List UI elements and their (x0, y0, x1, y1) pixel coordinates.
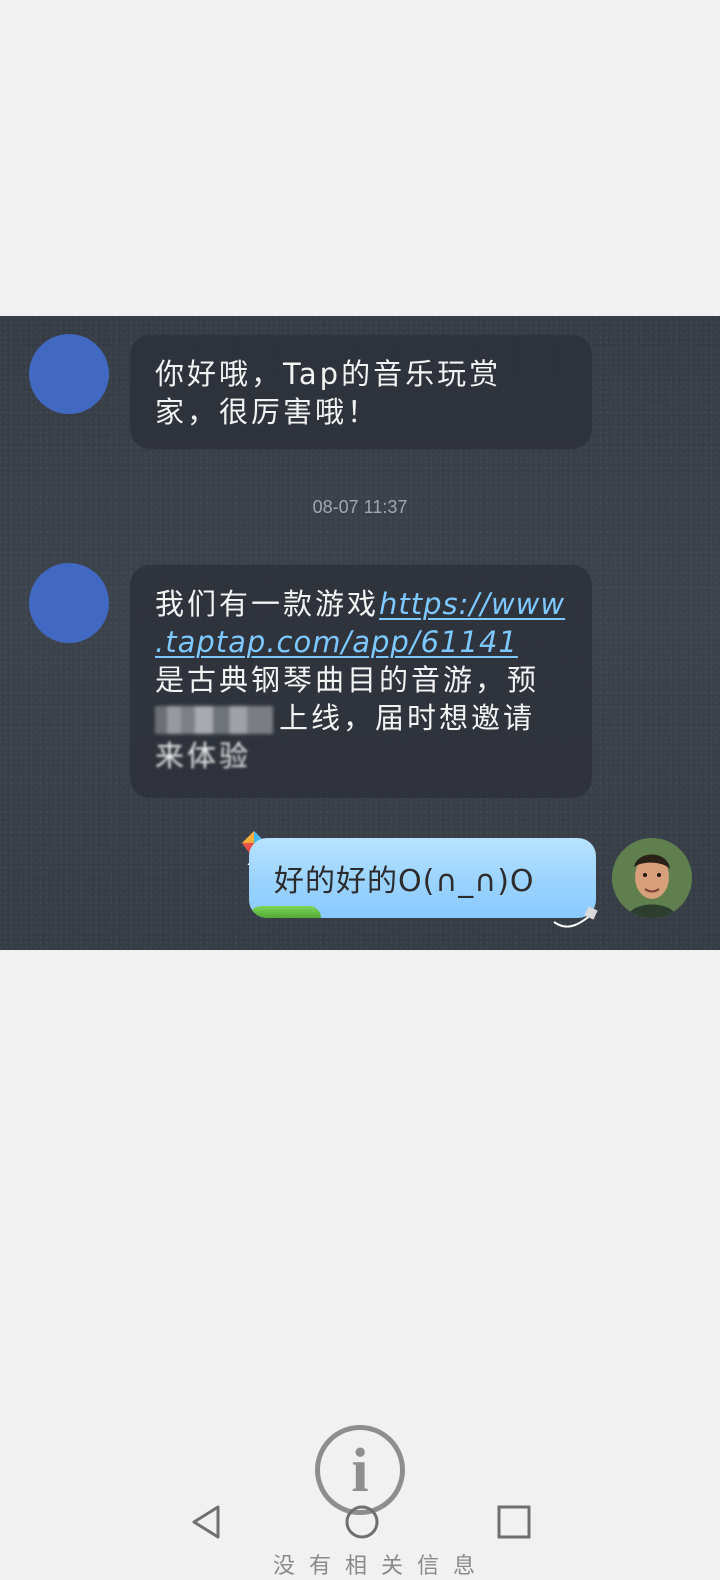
contact-avatar[interactable] (29, 334, 109, 414)
message-line: 上线，届时想邀请 (155, 699, 592, 737)
message-line: 来体验 (155, 737, 592, 775)
empty-state-text: 没有相关信息 (273, 1554, 490, 1579)
blurred-message-text: 来体验 (155, 739, 252, 773)
message-text: 上线，届时想邀请 (279, 701, 536, 735)
back-icon[interactable] (188, 1502, 228, 1542)
redacted-text (155, 706, 273, 734)
message-line: 我们有一款游戏https://www (155, 585, 592, 623)
user-avatar[interactable] (612, 838, 692, 918)
recent-apps-icon[interactable] (494, 1502, 534, 1542)
message-text: 好的好的O(∩_∩)O (274, 864, 535, 899)
message-timestamp: 08-07 11:37 (312, 497, 408, 517)
message-text: 我们有一款游戏 (155, 587, 380, 621)
grass-decoration (249, 906, 321, 918)
home-icon[interactable] (342, 1502, 382, 1542)
contact-avatar[interactable] (29, 563, 109, 643)
incoming-message-2: 我们有一款游戏https://www .taptap.com/app/61141… (130, 565, 592, 798)
message-line: 你好哦，Tap的音乐玩赏 (155, 357, 502, 391)
incoming-message-1: 你好哦，Tap的音乐玩赏 家，很厉害哦！ (130, 335, 592, 449)
message-link[interactable]: .taptap.com/app/61141 (155, 625, 518, 659)
kite-thread-icon (553, 906, 598, 928)
message-line: .taptap.com/app/61141 (155, 623, 592, 661)
message-link[interactable]: https://www (379, 587, 565, 621)
message-line: 家，很厉害哦！ (155, 395, 380, 429)
message-line: 是古典钢琴曲目的音游，预 (155, 663, 540, 697)
user-avatar-portrait (612, 838, 692, 918)
outgoing-message: 好的好的O(∩_∩)O (249, 838, 596, 918)
